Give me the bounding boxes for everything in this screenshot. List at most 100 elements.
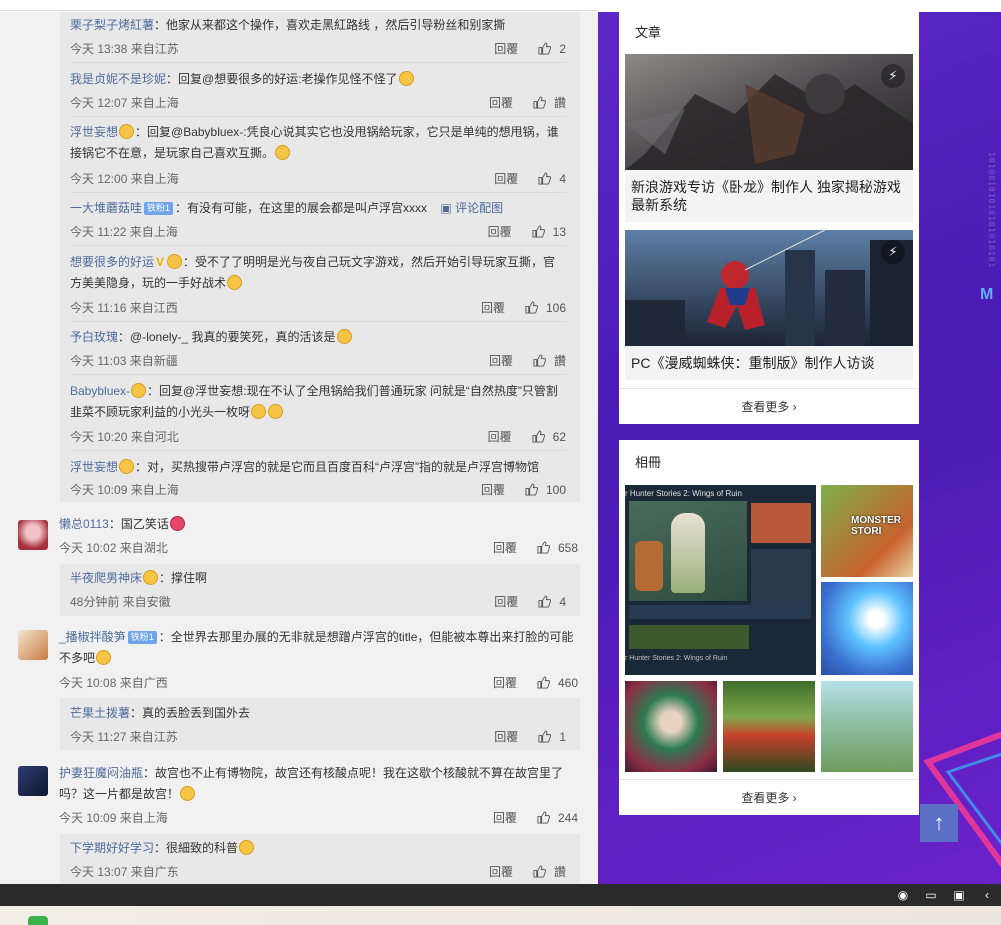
image-icon[interactable]: ▣ bbox=[945, 888, 973, 902]
like-button[interactable]: 讚 bbox=[533, 863, 566, 880]
like-count: 讚 bbox=[553, 354, 566, 368]
reply-actions: 回覆 2 bbox=[494, 40, 566, 57]
album-thumb[interactable] bbox=[821, 582, 913, 675]
window-icon[interactable]: ▭ bbox=[917, 888, 945, 902]
comment-actions: 回覆 244 bbox=[493, 809, 578, 826]
reply-username[interactable]: 我是贞妮不是珍妮 bbox=[70, 72, 166, 86]
reply-meta: 今天 13:07 来自广东 bbox=[70, 865, 179, 879]
like-count: 62 bbox=[552, 430, 566, 444]
avatar[interactable] bbox=[18, 766, 48, 796]
thumbs-up-icon bbox=[533, 354, 546, 367]
comment-image-link[interactable]: ▣ 评论配图 bbox=[440, 201, 503, 215]
reply-button[interactable]: 回覆 bbox=[494, 728, 518, 745]
chevron-left-icon[interactable]: ‹ bbox=[973, 888, 1001, 902]
comment-username[interactable]: 护妻狂魔闷油瓶 bbox=[59, 766, 143, 780]
like-button[interactable]: 244 bbox=[537, 811, 578, 825]
avatar[interactable] bbox=[18, 630, 48, 660]
like-button[interactable]: 460 bbox=[537, 676, 578, 690]
thumbs-up-icon bbox=[537, 811, 550, 824]
comment-content: 护妻狂魔闷油瓶：故宫也不止有博物院，故宫还有核酸点呢！我在这歇个核酸就不算在故宫… bbox=[59, 763, 584, 805]
reply-button[interactable]: 回覆 bbox=[494, 593, 518, 610]
like-count: 4 bbox=[559, 172, 566, 186]
comment-content: 懒总0113：国乙笑话 bbox=[59, 514, 584, 535]
avatar[interactable] bbox=[18, 520, 48, 550]
like-button[interactable]: 62 bbox=[532, 430, 566, 444]
album-thumb[interactable]: MONSTER STORI bbox=[821, 485, 913, 577]
character-figure bbox=[635, 541, 663, 591]
like-button[interactable]: 106 bbox=[525, 301, 566, 315]
album-thumb[interactable] bbox=[625, 681, 717, 772]
reply-username[interactable]: 半夜爬男神床 bbox=[70, 571, 142, 585]
like-button[interactable]: 13 bbox=[532, 225, 566, 239]
like-button[interactable]: 1 bbox=[538, 730, 566, 744]
reply-button[interactable]: 回覆 bbox=[481, 299, 505, 316]
reply-username[interactable]: 芒果土拨薯 bbox=[70, 706, 130, 720]
like-button[interactable]: 4 bbox=[538, 172, 566, 186]
reply-username[interactable]: 予白玫瑰 bbox=[70, 330, 118, 344]
like-button[interactable]: 658 bbox=[537, 541, 578, 555]
thumbs-up-icon bbox=[525, 483, 538, 496]
like-button[interactable]: 2 bbox=[538, 42, 566, 56]
album-thumb[interactable] bbox=[723, 681, 815, 772]
reply-meta: 今天 11:03 来自新疆 bbox=[70, 354, 178, 368]
view-more-link[interactable]: 查看更多 › bbox=[619, 779, 919, 816]
like-button[interactable]: 讚 bbox=[533, 94, 566, 111]
vip-icon bbox=[119, 459, 135, 474]
like-count: 2 bbox=[559, 42, 566, 56]
camera-icon[interactable]: ◉ bbox=[889, 888, 917, 902]
reply-username[interactable]: 下学期好好学习 bbox=[70, 841, 154, 855]
thumbs-up-icon bbox=[532, 225, 545, 238]
reply-item: 予白玫瑰：@-lonely-_ 我真的要笑死，真的活该是 bbox=[70, 327, 566, 348]
comment-username[interactable]: _播椒拌酸笋 bbox=[59, 630, 126, 644]
like-button[interactable]: 100 bbox=[525, 483, 566, 497]
reply-username[interactable]: 一大堆蘑菇哇 bbox=[70, 201, 142, 215]
comment-username[interactable]: 懒总0113 bbox=[59, 517, 109, 531]
articles-card: 文章 ⚡ 新浪游戏专访《卧龙》制作人 独家揭秘游戏最新系统 ⚡ PC《漫威蜘蛛侠… bbox=[619, 12, 919, 424]
like-button[interactable]: 讚 bbox=[533, 352, 566, 369]
reply-button[interactable]: 回覆 bbox=[494, 40, 518, 57]
article-item[interactable]: ⚡ PC《漫威蜘蛛侠：重制版》制作人访谈 bbox=[625, 230, 913, 380]
reply-text: ：很細致的科普 bbox=[154, 841, 239, 855]
comment-item: 懒总0113：国乙笑话 今天 10:02 来自湖北 回覆 658 bbox=[0, 512, 598, 562]
divider bbox=[70, 116, 566, 117]
article-item[interactable]: ⚡ 新浪游戏专访《卧龙》制作人 独家揭秘游戏最新系统 bbox=[625, 54, 913, 222]
reply-meta: 今天 10:20 来自河北 bbox=[70, 430, 179, 444]
reply-username[interactable]: 想要很多的好运 bbox=[70, 255, 154, 269]
reply-button[interactable]: 回覆 bbox=[493, 539, 517, 556]
reply-list: 芒果土拨薯：真的丢脸丢到国外去 今天 11:27 来自江苏 回覆 1 bbox=[60, 698, 580, 750]
emoji-icon bbox=[227, 275, 243, 290]
reply-item: 我是贞妮不是珍妮：回复@想要很多的好运:老操作见怪不怪了 bbox=[70, 69, 566, 90]
reply-username[interactable]: 栗子梨子烤紅薯 bbox=[70, 18, 154, 32]
album-image-caption: r Hunter Stories 2: Wings of Ruin bbox=[625, 489, 742, 498]
back-to-top-button[interactable]: ↑ bbox=[920, 804, 958, 842]
like-button[interactable]: 4 bbox=[538, 595, 566, 609]
arrow-up-icon: ↑ bbox=[933, 810, 945, 835]
like-count: 100 bbox=[545, 483, 566, 497]
fan-badge: 铁粉1 bbox=[144, 202, 174, 215]
comment-list: 栗子梨子烤紅薯：他家从来都这个操作，喜欢走黑紅路线 ，然后引导粉丝和别家撕 今天… bbox=[0, 12, 598, 884]
line-app-icon[interactable] bbox=[28, 916, 48, 925]
reply-username[interactable]: 浮世妄想 bbox=[70, 125, 118, 139]
reply-button[interactable]: 回覆 bbox=[481, 481, 505, 498]
thumbs-up-icon bbox=[532, 430, 545, 443]
reply-username[interactable]: 浮世妄想 bbox=[70, 460, 118, 474]
reply-button[interactable]: 回覆 bbox=[488, 428, 512, 445]
reply-username[interactable]: Babybluex- bbox=[70, 384, 130, 398]
view-more-link[interactable]: 查看更多 › bbox=[619, 388, 919, 425]
reply-button[interactable]: 回覆 bbox=[489, 94, 513, 111]
reply-button[interactable]: 回覆 bbox=[493, 674, 517, 691]
screenshot-panel bbox=[751, 503, 811, 543]
reply-button[interactable]: 回覆 bbox=[494, 170, 518, 187]
like-count: 460 bbox=[557, 676, 578, 690]
screenshot-panel bbox=[629, 605, 811, 619]
article-title: 新浪游戏专访《卧龙》制作人 独家揭秘游戏最新系统 bbox=[631, 179, 901, 213]
screenshot-panel bbox=[629, 501, 747, 601]
reply-button[interactable]: 回覆 bbox=[489, 352, 513, 369]
album-image-main[interactable]: r Hunter Stories 2: Wings of Ruin r Hunt… bbox=[625, 485, 816, 675]
reply-button[interactable]: 回覆 bbox=[493, 809, 517, 826]
reply-button[interactable]: 回覆 bbox=[488, 223, 512, 240]
reply-button[interactable]: 回覆 bbox=[489, 863, 513, 880]
album-thumb[interactable] bbox=[821, 681, 913, 772]
emoji-icon bbox=[268, 404, 284, 419]
album-thumb-caption: MONSTER STORI bbox=[851, 515, 901, 537]
